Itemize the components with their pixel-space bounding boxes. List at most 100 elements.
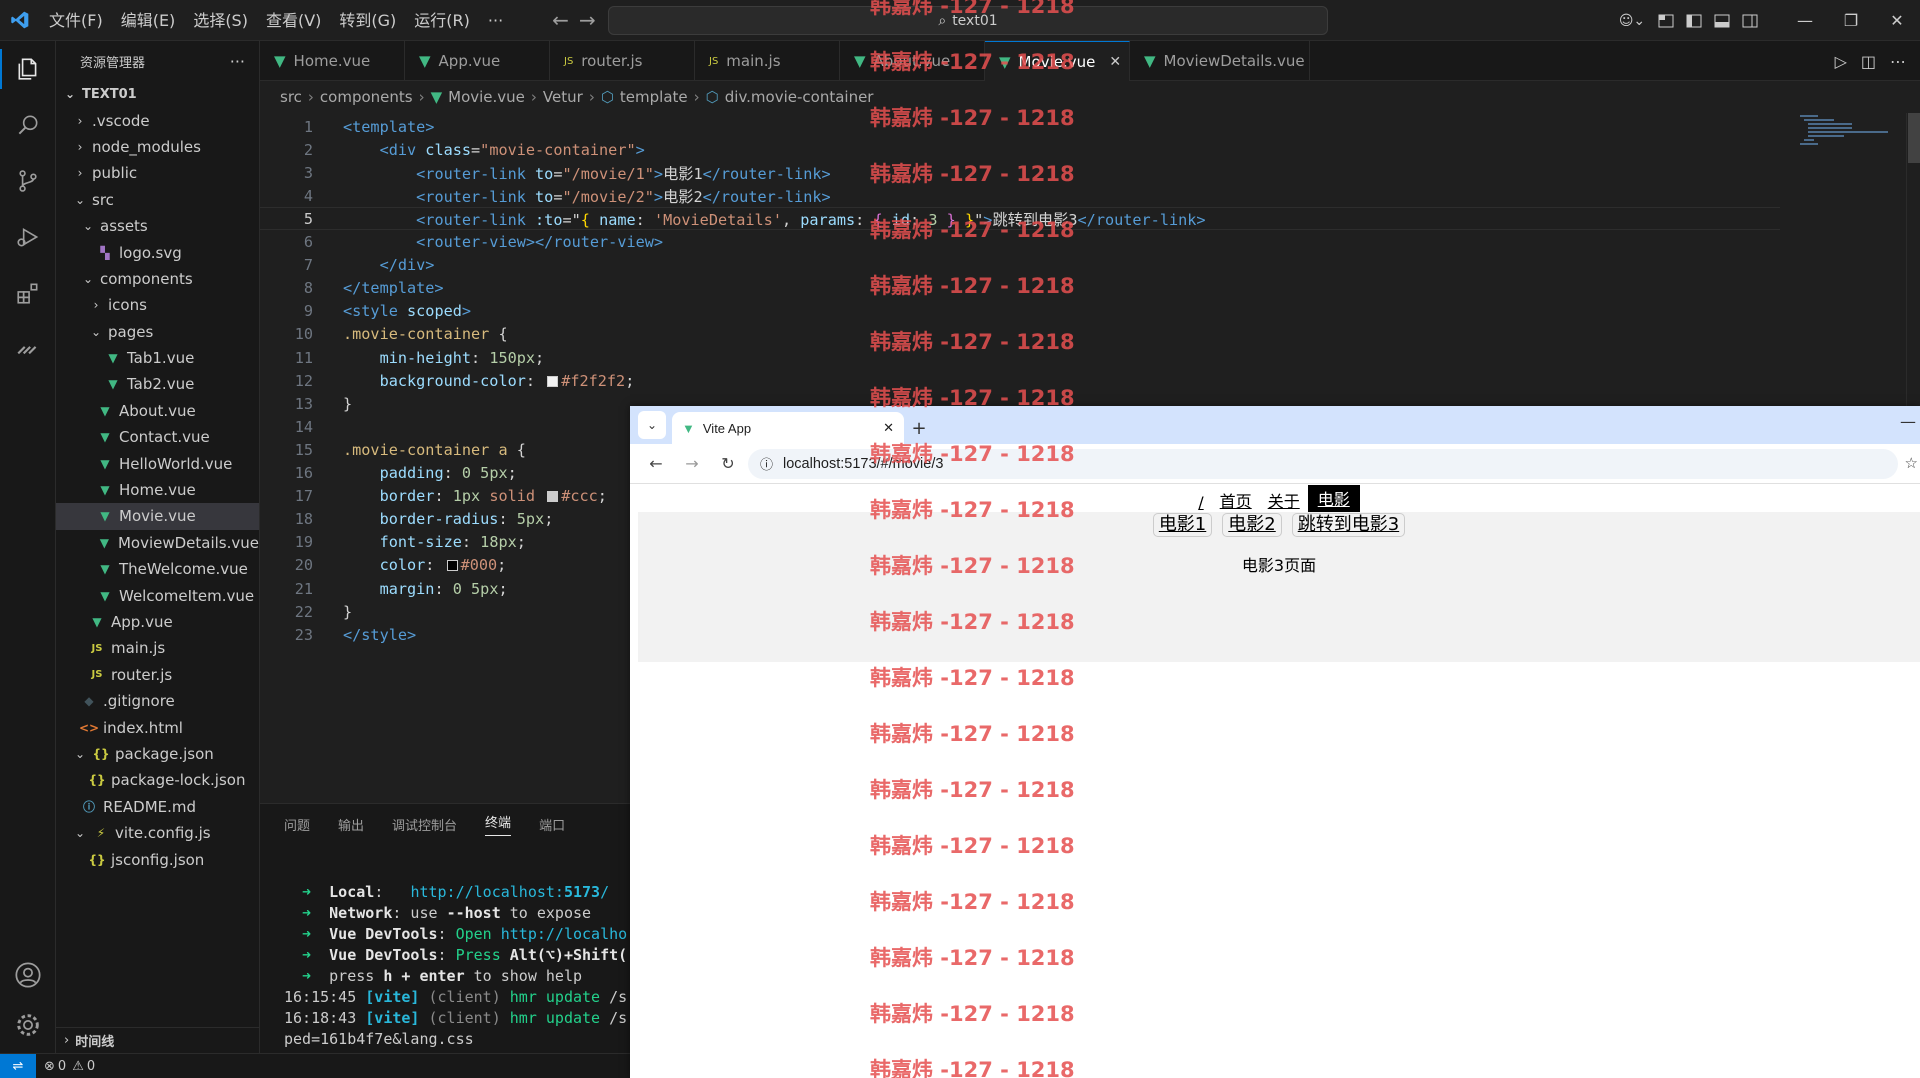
toggle-primary-sidebar-icon[interactable] [1680,0,1708,41]
minimap[interactable] [1800,113,1900,173]
browser-reload-icon[interactable]: ↻ [712,448,744,480]
accounts-icon[interactable] [0,947,56,1003]
site-info-icon[interactable]: ⓘ [760,454,773,473]
settings-gear-icon[interactable] [0,997,56,1053]
folder-item[interactable]: › .vscode [56,107,259,133]
panel-tab[interactable]: 终端 [485,812,512,836]
editor-tab[interactable]: ▼ MoviewDetails.vue [1130,41,1310,81]
workspace-root[interactable]: ⌄ TEXT01 [56,81,259,107]
errors-icon[interactable]: ⊗ [44,1059,55,1074]
extensions-icon[interactable] [0,265,56,321]
menu-item[interactable]: 文件(F) [40,0,112,41]
browser-minimize-icon[interactable]: — [1900,412,1916,431]
color-swatch[interactable] [547,491,559,503]
remote-indicator-icon[interactable]: ⇌ [0,1053,36,1078]
file-item[interactable]: ▼ App.vue [56,609,259,635]
restore-window-icon[interactable]: ❐ [1828,0,1874,41]
menu-item[interactable]: 查看(V) [257,0,330,41]
file-item[interactable]: ▚ logo.svg [56,239,259,265]
nav-link[interactable]: 首页 [1212,488,1260,512]
editor-tab[interactable]: ▼ Home.vue [260,41,405,81]
scrollbar-thumb[interactable] [1908,113,1920,163]
panel-tab[interactable]: 端口 [539,815,565,834]
close-tab-icon[interactable]: ✕ [883,420,894,436]
run-icon[interactable]: ▷ [1835,52,1847,71]
folder-item[interactable]: › public [56,160,259,186]
address-bar[interactable]: ⓘ localhost:5173/#/movie/3 [748,448,1898,479]
file-item[interactable]: ▼ About.vue [56,398,259,424]
editor-tab[interactable]: ▼ App.vue [405,41,550,81]
file-item[interactable]: {} package-lock.json [56,767,259,793]
close-window-icon[interactable]: ✕ [1874,0,1920,41]
folder-item[interactable]: ⌄ src [56,187,259,213]
folder-item[interactable]: ⌄ components [56,266,259,292]
nav-link[interactable]: / [1190,493,1211,512]
back-arrow-icon[interactable]: ← [552,8,569,32]
file-item[interactable]: ▼ Tab2.vue [56,371,259,397]
menu-item[interactable]: ··· [479,0,512,41]
breadcrumb-item[interactable]: template [620,88,688,106]
close-tab-icon[interactable]: ✕ [1109,54,1121,70]
file-item[interactable]: ⌄ {} package.json [56,741,259,767]
bookmark-star-icon[interactable]: ☆ [1905,454,1918,472]
toggle-secondary-sidebar-icon[interactable] [1736,0,1764,41]
file-item[interactable]: ▼ MoviewDetails.vue [56,530,259,556]
breadcrumb-item[interactable]: components [320,88,413,106]
breadcrumb-item[interactable]: Vetur [543,88,583,106]
new-tab-button[interactable]: + [904,412,934,444]
explorer-more-actions[interactable]: ··· [230,52,245,71]
more-actions-icon[interactable]: ⋯ [1890,52,1906,71]
folder-item[interactable]: ⌄ pages [56,319,259,345]
remote-explorer-icon[interactable] [0,321,56,377]
movie-link[interactable]: 跳转到电影3 [1291,513,1406,537]
file-item[interactable]: {} jsconfig.json [56,846,259,872]
run-debug-icon[interactable] [0,209,56,265]
command-center-search[interactable]: ⌕ text01 [608,6,1328,35]
color-swatch[interactable] [547,375,559,387]
menu-item[interactable]: 选择(S) [184,0,257,41]
editor-tab[interactable]: JS router.js [550,41,695,81]
timeline-section[interactable]: › 时间线 [56,1027,259,1053]
source-control-icon[interactable] [0,153,56,209]
browser-back-icon[interactable]: ← [640,448,672,480]
minimize-window-icon[interactable]: — [1782,0,1828,41]
panel-tab[interactable]: 调试控制台 [392,815,457,834]
folder-item[interactable]: › icons [56,292,259,318]
file-item[interactable]: ▼ TheWelcome.vue [56,556,259,582]
search-icon[interactable] [0,97,56,153]
menu-item[interactable]: 运行(R) [405,0,479,41]
editor-tab[interactable]: JS main.js [695,41,840,81]
browser-forward-icon[interactable]: → [676,448,708,480]
customize-layout-icon[interactable] [1652,0,1680,41]
split-editor-icon[interactable]: ◫ [1861,52,1876,71]
terminal-output[interactable]: ➜ Local: http://localhost:5173/ ➜ Networ… [284,882,627,1050]
panel-tab[interactable]: 问题 [284,815,310,834]
breadcrumb-item[interactable]: Movie.vue [448,88,525,106]
file-item[interactable]: ▼ WelcomeItem.vue [56,582,259,608]
movie-link[interactable]: 电影1 [1152,513,1213,537]
movie-link[interactable]: 电影2 [1222,513,1282,537]
warnings-count[interactable]: 0 [87,1059,95,1074]
browser-tab[interactable]: ▼ Vite App ✕ [672,412,904,444]
file-item[interactable]: ▼ HelloWorld.vue [56,450,259,476]
panel-tab[interactable]: 输出 [338,815,364,834]
editor-tab[interactable]: ▼ About.vue [840,41,985,81]
nav-link[interactable]: 关于 [1260,488,1308,512]
color-swatch[interactable] [446,560,458,572]
file-item[interactable]: ▼ Home.vue [56,477,259,503]
explorer-icon[interactable] [0,41,56,97]
file-item[interactable]: JS router.js [56,662,259,688]
file-item[interactable]: ▼ Tab1.vue [56,345,259,371]
toggle-panel-icon[interactable] [1708,0,1736,41]
menu-item[interactable]: 转到(G) [330,0,405,41]
menu-item[interactable]: 编辑(E) [112,0,185,41]
file-item[interactable]: ◆ .gitignore [56,688,259,714]
forward-arrow-icon[interactable]: → [579,8,596,32]
warnings-icon[interactable]: ⚠ [72,1059,84,1074]
folder-item[interactable]: › node_modules [56,134,259,160]
file-item[interactable]: ⌄ ⚡ vite.config.js [56,820,259,846]
file-item[interactable]: ⓘ README.md [56,794,259,820]
breadcrumb-item[interactable]: src [280,88,302,106]
folder-item[interactable]: ⌄ assets [56,213,259,239]
file-item[interactable]: ▼ Movie.vue [56,503,259,530]
